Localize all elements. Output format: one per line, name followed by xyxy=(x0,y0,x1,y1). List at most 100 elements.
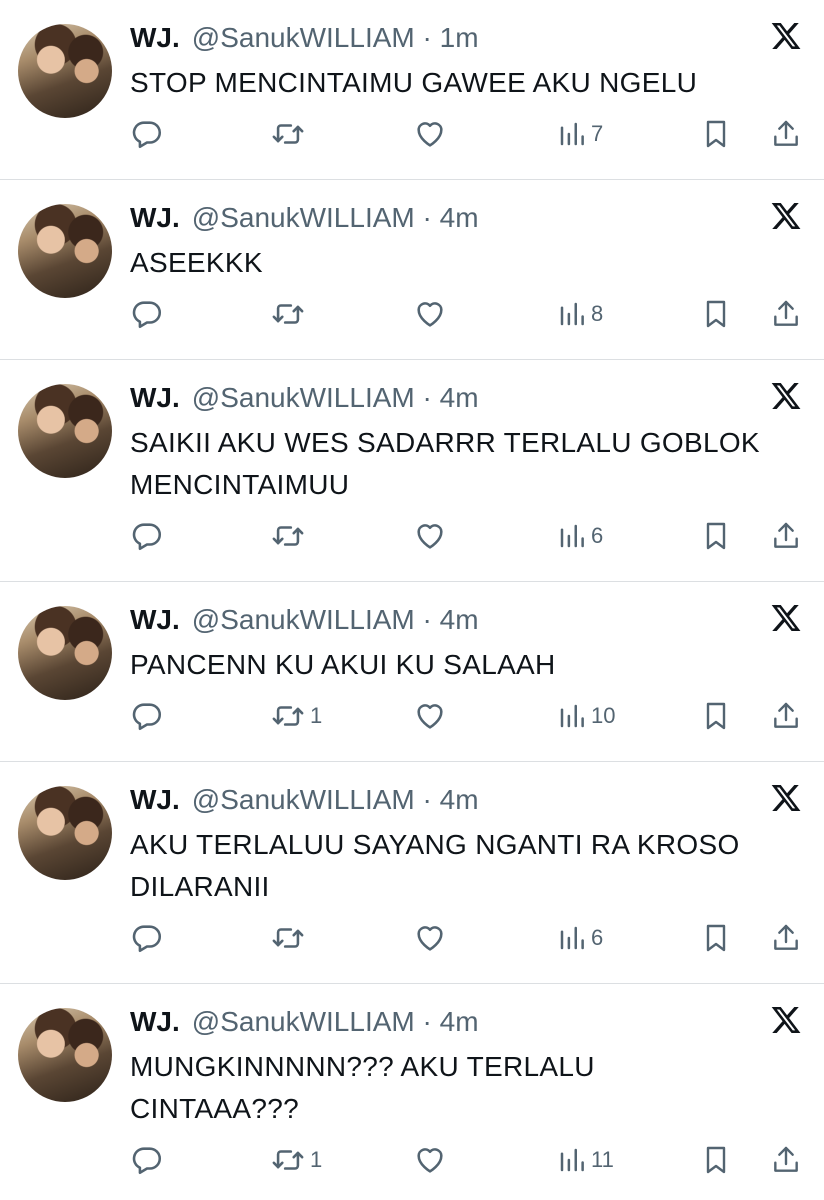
x-logo-icon[interactable] xyxy=(770,200,802,232)
avatar[interactable] xyxy=(18,1008,112,1102)
views-button[interactable]: 6 xyxy=(557,920,603,956)
reply-icon xyxy=(132,703,162,731)
reply-button[interactable] xyxy=(130,116,164,152)
views-button[interactable]: 8 xyxy=(557,296,603,332)
share-button[interactable] xyxy=(770,518,802,554)
tweet[interactable]: WJ. @SanukWILLIAM · 4m MUNGKINNNNN??? AK… xyxy=(0,984,824,1200)
separator-dot: · xyxy=(414,604,440,635)
username[interactable]: @SanukWILLIAM xyxy=(192,200,415,236)
avatar[interactable] xyxy=(18,24,112,118)
display-name[interactable]: WJ. xyxy=(130,200,180,236)
retweet-button[interactable]: 1 xyxy=(270,698,322,734)
display-name[interactable]: WJ. xyxy=(130,20,180,56)
views-button[interactable]: 6 xyxy=(557,518,603,554)
bookmark-button[interactable] xyxy=(700,296,732,332)
share-icon xyxy=(774,702,798,728)
retweet-icon xyxy=(272,706,304,726)
timestamp[interactable]: 4m xyxy=(440,1004,479,1040)
reply-button[interactable] xyxy=(130,518,164,554)
tweet-text: STOP MENCINTAIMU GAWEE AKU NGELU xyxy=(130,67,698,98)
views-icon xyxy=(560,302,584,326)
avatar[interactable] xyxy=(18,204,112,298)
tweet-header: WJ. @SanukWILLIAM · 4m xyxy=(130,1004,479,1040)
tweet-header: WJ. @SanukWILLIAM · 4m xyxy=(130,200,479,236)
retweet-count: 1 xyxy=(310,1147,323,1172)
reply-button[interactable] xyxy=(130,296,164,332)
tweet[interactable]: WJ. @SanukWILLIAM · 4m AKU TERLALUU SAYA… xyxy=(0,762,824,984)
tweet-text: PANCENN KU AKUI KU SALAAH xyxy=(130,649,556,680)
username[interactable]: @SanukWILLIAM xyxy=(192,602,415,638)
avatar[interactable] xyxy=(18,786,112,880)
display-name[interactable]: WJ. xyxy=(130,602,180,638)
bookmark-button[interactable] xyxy=(700,1142,732,1178)
retweet-button[interactable] xyxy=(270,116,310,152)
views-count: 7 xyxy=(591,121,604,146)
separator-dot: · xyxy=(414,382,440,413)
views-icon xyxy=(560,122,584,146)
retweet-button[interactable]: 1 xyxy=(270,1142,322,1178)
heart-icon xyxy=(417,122,443,147)
x-logo-icon[interactable] xyxy=(770,602,802,634)
tweet[interactable]: WJ. @SanukWILLIAM · 4m PANCENN KU AKUI K… xyxy=(0,582,824,762)
retweet-icon xyxy=(272,526,304,546)
tweet[interactable]: WJ. @SanukWILLIAM · 4m ASEEKKK 8 xyxy=(0,180,824,360)
action-bar: 6 xyxy=(0,518,824,554)
share-button[interactable] xyxy=(770,296,802,332)
views-button[interactable]: 7 xyxy=(557,116,603,152)
username[interactable]: @SanukWILLIAM xyxy=(192,20,415,56)
display-name[interactable]: WJ. xyxy=(130,782,180,818)
share-button[interactable] xyxy=(770,920,802,956)
display-name[interactable]: WJ. xyxy=(130,1004,180,1040)
x-logo-icon[interactable] xyxy=(770,782,802,814)
tweet-header: WJ. @SanukWILLIAM · 4m xyxy=(130,380,479,416)
bookmark-button[interactable] xyxy=(700,698,732,734)
like-button[interactable] xyxy=(412,920,448,956)
tweet-header: WJ. @SanukWILLIAM · 4m xyxy=(130,782,479,818)
like-button[interactable] xyxy=(412,116,448,152)
action-bar: 7 xyxy=(0,116,824,152)
tweet-text: SAIKII AKU WES SADARRR TERLALU GOBLOK ME… xyxy=(130,427,760,500)
action-bar: 1 11 xyxy=(0,1142,824,1178)
timestamp[interactable]: 4m xyxy=(440,380,479,416)
timestamp[interactable]: 1m xyxy=(440,20,479,56)
reply-button[interactable] xyxy=(130,1142,164,1178)
x-logo-icon[interactable] xyxy=(770,1004,802,1036)
avatar[interactable] xyxy=(18,606,112,700)
share-button[interactable] xyxy=(770,116,802,152)
bookmark-button[interactable] xyxy=(700,116,732,152)
retweet-button[interactable] xyxy=(270,518,310,554)
like-button[interactable] xyxy=(412,518,448,554)
retweet-button[interactable] xyxy=(270,296,310,332)
x-logo-icon[interactable] xyxy=(770,380,802,412)
x-logo-icon[interactable] xyxy=(770,20,802,52)
views-icon xyxy=(560,704,584,728)
timestamp[interactable]: 4m xyxy=(440,602,479,638)
like-button[interactable] xyxy=(412,698,448,734)
username[interactable]: @SanukWILLIAM xyxy=(192,1004,415,1040)
action-bar: 1 10 xyxy=(0,698,824,734)
views-button[interactable]: 11 xyxy=(557,1142,614,1178)
share-button[interactable] xyxy=(770,698,802,734)
separator-dot: · xyxy=(414,202,440,233)
bookmark-button[interactable] xyxy=(700,518,732,554)
timestamp[interactable]: 4m xyxy=(440,782,479,818)
timestamp[interactable]: 4m xyxy=(440,200,479,236)
share-button[interactable] xyxy=(770,1142,802,1178)
views-button[interactable]: 10 xyxy=(557,698,615,734)
bookmark-button[interactable] xyxy=(700,920,732,956)
bookmark-icon xyxy=(706,522,726,550)
avatar[interactable] xyxy=(18,384,112,478)
retweet-button[interactable] xyxy=(270,920,310,956)
username[interactable]: @SanukWILLIAM xyxy=(192,782,415,818)
tweet[interactable]: WJ. @SanukWILLIAM · 4m SAIKII AKU WES SA… xyxy=(0,360,824,582)
reply-button[interactable] xyxy=(130,698,164,734)
views-count: 6 xyxy=(591,925,604,950)
reply-button[interactable] xyxy=(130,920,164,956)
like-button[interactable] xyxy=(412,1142,448,1178)
display-name[interactable]: WJ. xyxy=(130,380,180,416)
share-icon xyxy=(774,924,798,950)
retweet-icon xyxy=(272,124,304,144)
username[interactable]: @SanukWILLIAM xyxy=(192,380,415,416)
like-button[interactable] xyxy=(412,296,448,332)
tweet[interactable]: WJ. @SanukWILLIAM · 1m STOP MENCINTAIMU … xyxy=(0,0,824,180)
